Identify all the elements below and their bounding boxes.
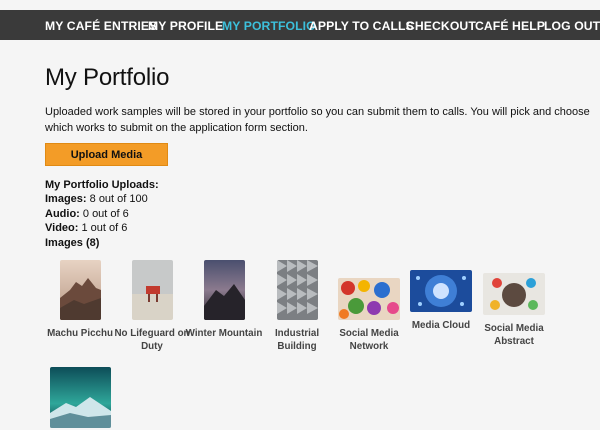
portfolio-stats: My Portfolio Uploads: Images: 8 out of 1…: [45, 178, 159, 250]
top-nav: MY CAFÉ ENTRIES MY PROFILE MY PORTFOLIO …: [0, 10, 600, 40]
industrial-building-thumbnail: [276, 260, 318, 320]
thumbnail-caption: Machu Picchu: [47, 328, 113, 339]
machu-picchu-thumbnail: [59, 260, 101, 320]
upload-media-button[interactable]: Upload Media: [45, 143, 168, 166]
nav-checkout[interactable]: CHECKOUT: [406, 10, 476, 40]
nav-apply-to-calls[interactable]: APPLY TO CALLS: [309, 10, 414, 40]
video-label: Video:: [45, 222, 79, 235]
social-media-abstract-thumbnail: [483, 273, 545, 315]
nav-my-cafe-entries[interactable]: MY CAFÉ ENTRIES: [45, 10, 157, 40]
portfolio-item[interactable]: No Lifeguard on Duty: [112, 260, 192, 353]
images-label: Images:: [45, 193, 87, 206]
portfolio-item[interactable]: Social Media Abstract: [474, 260, 554, 348]
portfolio-item[interactable]: Social Media Network: [328, 260, 410, 353]
thumbnail-caption: No Lifeguard on Duty: [114, 328, 190, 352]
video-count: 1 out of 6: [81, 222, 128, 235]
audio-label: Audio:: [45, 207, 80, 220]
images-section-heading: Images (8): [45, 236, 100, 249]
portfolio-item[interactable]: Winter Mountain: [184, 260, 264, 340]
portfolio-item[interactable]: [50, 367, 111, 428]
aurora-mountain-thumbnail: [50, 367, 111, 428]
thumbnail-caption: Social Media Network: [339, 328, 399, 352]
stats-heading: My Portfolio Uploads:: [45, 179, 159, 191]
thumbnail-caption: Media Cloud: [411, 320, 471, 331]
winter-mountain-thumbnail: [203, 260, 245, 320]
nav-log-out[interactable]: LOG OUT: [544, 10, 600, 40]
social-media-network-thumbnail: [338, 278, 400, 320]
portfolio-item[interactable]: Machu Picchu: [40, 260, 120, 340]
portfolio-item[interactable]: Media Cloud: [401, 260, 481, 332]
thumbnail-caption: Winter Mountain: [185, 328, 263, 339]
images-count: 8 out of 100: [89, 193, 148, 206]
thumbnail-caption: Social Media Abstract: [484, 323, 544, 347]
nav-my-profile[interactable]: MY PROFILE: [148, 10, 223, 40]
portfolio-item[interactable]: Industrial Building: [257, 260, 337, 353]
nav-my-portfolio[interactable]: MY PORTFOLIO: [222, 10, 316, 40]
no-lifeguard-thumbnail: [131, 260, 173, 320]
thumbnail-caption: Industrial Building: [274, 328, 320, 352]
media-cloud-thumbnail: [410, 270, 472, 312]
page-title: My Portfolio: [45, 64, 170, 91]
audio-count: 0 out of 6: [82, 207, 129, 220]
nav-cafe-help[interactable]: CAFÉ HELP: [475, 10, 545, 40]
intro-text: Uploaded work samples will be stored in …: [45, 106, 590, 134]
